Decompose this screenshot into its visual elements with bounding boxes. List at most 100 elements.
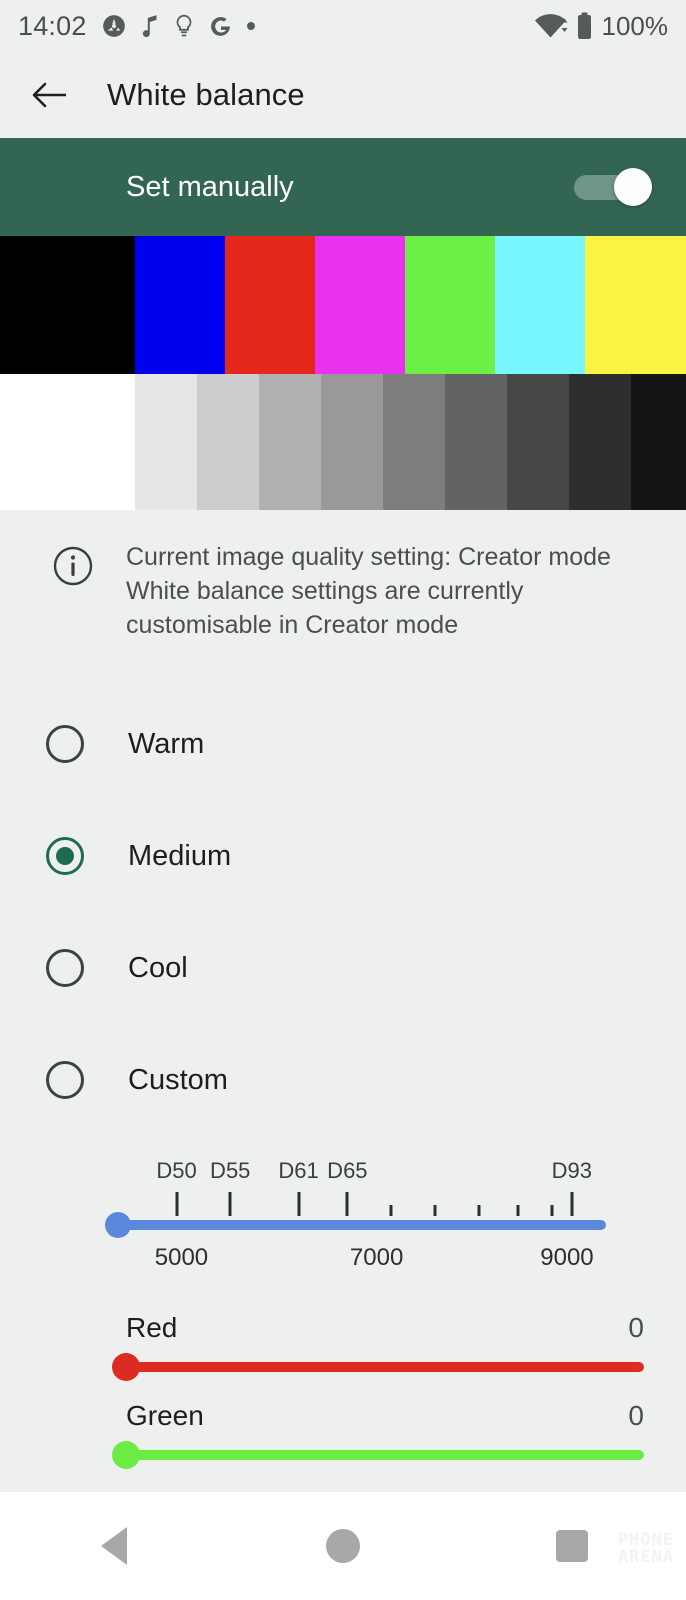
radio-button-medium[interactable]	[46, 837, 84, 875]
gray-bar-gray-69	[259, 374, 321, 510]
nav-back-button[interactable]	[0, 1527, 229, 1565]
channel-name-label: Green	[126, 1400, 204, 1431]
temperature-tick-labels: D50 D55 D61 D65 D93	[118, 1158, 606, 1190]
temperature-minor-tick	[433, 1205, 437, 1216]
status-bar-clock: 14:02	[18, 10, 87, 41]
battery-percentage-label: 100%	[601, 10, 669, 41]
temperature-major-tick	[175, 1192, 179, 1216]
gray-bar-gray-18	[569, 374, 631, 510]
radio-button-custom[interactable]	[46, 1061, 84, 1099]
temperature-minor-tick	[516, 1205, 520, 1216]
color-bar-cyan	[495, 236, 585, 374]
temperature-scale-label: 7000	[349, 1244, 404, 1271]
channel-slider-thumb[interactable]	[112, 1353, 140, 1381]
status-bar: 14:02 100%	[0, 0, 686, 52]
color-bar-black	[0, 236, 135, 374]
temperature-minor-tick	[550, 1205, 554, 1216]
temperature-minor-tick	[477, 1205, 481, 1216]
gray-bar-gray-28	[507, 374, 569, 510]
android-navigation-bar: PHONE ARENA	[0, 1492, 686, 1600]
preset-label: Warm	[128, 727, 205, 760]
set-manually-banner[interactable]: Set manually	[0, 138, 686, 236]
channel-slider-thumb[interactable]	[112, 1441, 140, 1469]
temperature-tick-label: D65	[327, 1158, 368, 1183]
phonearena-watermark: PHONE ARENA	[618, 1532, 674, 1566]
color-bar-magenta	[315, 236, 405, 374]
temperature-slider-block: D50 D55 D61 D65 D93 5000 7000 9000	[0, 1158, 686, 1284]
temperature-scale-labels: 5000 7000 9000	[118, 1244, 606, 1284]
channel-slider-green: Green 0	[0, 1400, 686, 1469]
white-balance-preset-list: Warm Medium Cool Custom	[0, 688, 686, 1136]
color-bar-blue	[135, 236, 225, 374]
gray-bar-gray-91	[135, 374, 197, 510]
set-manually-label: Set manually	[126, 170, 294, 203]
info-line-1: Current image quality setting: Creator m…	[126, 543, 611, 571]
preset-option-warm[interactable]: Warm	[0, 688, 686, 800]
temperature-major-tick	[570, 1192, 574, 1216]
temperature-tick-label: D93	[551, 1158, 593, 1183]
temperature-minor-tick	[389, 1205, 393, 1216]
color-bar-red	[225, 236, 315, 374]
status-bar-notification-icons	[101, 13, 256, 39]
preset-option-cool[interactable]: Cool	[0, 912, 686, 1024]
preset-label: Custom	[128, 1063, 228, 1096]
battery-icon	[576, 12, 593, 40]
watermark-line-2: ARENA	[617, 1547, 674, 1567]
gray-bar-gray-49	[383, 374, 445, 510]
channel-header: Green 0	[126, 1400, 644, 1432]
channel-value-label: 0	[628, 1312, 644, 1343]
channel-header: Red 0	[126, 1312, 644, 1344]
gray-bar-gray-60	[321, 374, 383, 510]
nav-home-circle-icon	[326, 1529, 360, 1563]
game-controller-icon	[101, 13, 127, 39]
preset-option-medium[interactable]: Medium	[0, 800, 686, 912]
gray-bar-gray-39	[445, 374, 507, 510]
info-line-2: White balance settings are currently	[126, 577, 524, 605]
nav-back-triangle-icon	[101, 1527, 128, 1565]
channel-name-label: Red	[126, 1312, 178, 1343]
info-text: Current image quality setting: Creator m…	[126, 540, 611, 642]
nav-home-button[interactable]	[229, 1529, 458, 1563]
temperature-slider-track[interactable]	[105, 1212, 606, 1238]
gray-bar-white	[0, 374, 135, 510]
gray-bars-strip	[0, 374, 686, 510]
color-bar-green	[405, 236, 495, 374]
set-manually-toggle[interactable]	[574, 168, 652, 206]
nav-recents-square-icon	[555, 1530, 588, 1562]
temperature-major-tick	[297, 1192, 301, 1216]
color-bar-yellow	[585, 236, 686, 374]
phone-screen: 14:02 100% White balance Set manually Cu…	[0, 0, 686, 1600]
temperature-tick-label: D50	[156, 1158, 197, 1183]
gray-bar-gray-80	[197, 374, 259, 510]
dot-icon	[246, 21, 256, 31]
radio-button-cool[interactable]	[46, 949, 84, 987]
info-circle-icon	[52, 540, 98, 642]
radio-button-warm[interactable]	[46, 725, 84, 763]
channel-slider-track[interactable]	[112, 1353, 644, 1381]
page-title: White balance	[107, 77, 305, 112]
info-line-3: customisable in Creator mode	[126, 611, 459, 639]
preset-label: Medium	[128, 839, 232, 872]
lightbulb-icon	[173, 13, 195, 39]
temperature-ticks	[118, 1190, 606, 1216]
status-bar-system-icons: 100%	[533, 10, 669, 42]
channel-sliders: Red 0 Green 0	[0, 1312, 686, 1469]
gray-bar-gray-8	[631, 374, 686, 510]
wifi-icon	[533, 12, 569, 40]
temperature-major-tick	[345, 1192, 349, 1216]
temperature-scale-label: 9000	[540, 1244, 594, 1271]
channel-slider-red: Red 0	[0, 1312, 686, 1381]
temperature-scale-label: 5000	[154, 1244, 209, 1271]
toggle-thumb	[614, 168, 652, 206]
temperature-tick-label: D55	[210, 1158, 251, 1183]
music-note-icon	[140, 13, 160, 39]
temperature-tick-label: D61	[278, 1158, 319, 1183]
preset-label: Cool	[128, 951, 188, 984]
back-arrow-icon[interactable]	[28, 72, 74, 118]
temperature-slider-thumb[interactable]	[105, 1212, 131, 1238]
channel-slider-track[interactable]	[112, 1441, 644, 1469]
preset-option-custom[interactable]: Custom	[0, 1024, 686, 1136]
google-g-icon	[208, 14, 233, 39]
app-bar: White balance	[0, 52, 686, 138]
channel-value-label: 0	[628, 1400, 644, 1431]
